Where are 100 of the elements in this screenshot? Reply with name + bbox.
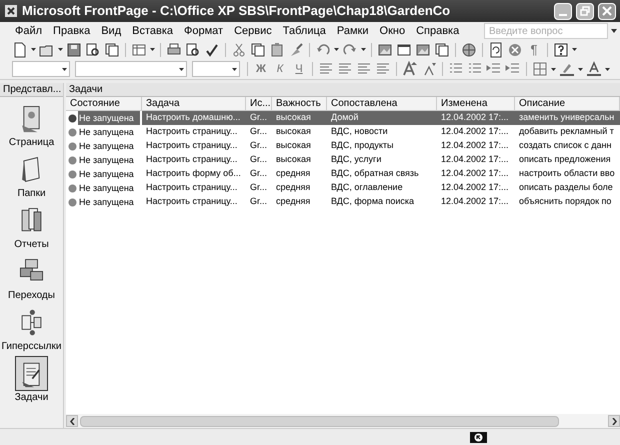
highlight-icon[interactable] <box>559 61 575 77</box>
column-header[interactable]: Сопоставлена <box>327 97 437 111</box>
scroll-left-button[interactable] <box>66 415 78 427</box>
minimize-button[interactable] <box>554 2 572 20</box>
dropdown-icon[interactable] <box>611 29 617 33</box>
bold-button[interactable]: Ж <box>253 60 269 78</box>
menu-item[interactable]: Рамки <box>332 23 374 39</box>
table-cell-text: Настроить страницу... <box>145 181 238 194</box>
menu-item[interactable]: Сервис <box>229 23 277 39</box>
column-header[interactable]: Состояние <box>66 97 142 111</box>
table-cell-text: создать список с данн <box>518 139 612 152</box>
table-cell[interactable]: Не запущена <box>78 125 140 139</box>
pages-icon[interactable] <box>434 42 450 58</box>
print-icon[interactable] <box>166 42 182 58</box>
view-button[interactable]: Папки <box>0 152 62 200</box>
menu-item[interactable]: Таблица <box>278 23 331 39</box>
table-cell: Gr... <box>246 111 272 125</box>
restore-button[interactable] <box>576 2 594 20</box>
table-cell: 12.04.2002 17:... <box>437 111 515 125</box>
paste-icon[interactable] <box>269 42 285 58</box>
table-cell: высокая <box>272 111 327 125</box>
menu-item[interactable]: Вставка <box>127 23 178 39</box>
table-cell-text: 12.04.2002 17:... <box>440 125 510 138</box>
status-dot-icon <box>68 142 77 150</box>
table-cell-text: средняя <box>275 195 312 208</box>
menu-item[interactable]: Вид <box>96 23 126 39</box>
column-header[interactable]: Задача <box>142 97 246 111</box>
table-cell-text: ВДС, обратная связь <box>330 167 420 180</box>
caret-icon[interactable] <box>551 68 556 70</box>
table-cell[interactable]: Не запущена <box>78 111 140 125</box>
table-cell[interactable]: Не запущена <box>78 153 140 167</box>
pilcrow-button[interactable]: ¶ <box>526 42 542 58</box>
view-button[interactable]: Гиперссылки <box>0 305 62 353</box>
window-icon[interactable] <box>396 42 412 58</box>
view-button[interactable]: Переходы <box>0 254 62 302</box>
save-icon[interactable] <box>66 42 82 58</box>
close-button[interactable] <box>598 2 616 20</box>
table-cell[interactable]: Не запущена <box>78 139 140 153</box>
preview-icon[interactable] <box>185 42 201 58</box>
view-button[interactable]: Задачи <box>0 356 62 404</box>
column-header[interactable]: Описание <box>515 97 620 111</box>
column-header[interactable]: Ис... <box>246 97 272 111</box>
menu-item[interactable]: Окно <box>374 23 410 39</box>
spelling-icon[interactable] <box>204 42 220 58</box>
table-cell-text: ВДС, продукты <box>330 139 394 152</box>
undo-icon[interactable] <box>315 42 331 58</box>
table-icon[interactable] <box>131 42 147 58</box>
refresh-icon[interactable] <box>488 42 504 58</box>
dropdown-icon[interactable] <box>179 68 184 70</box>
caret-icon[interactable] <box>572 48 577 51</box>
pages-icon[interactable] <box>104 42 120 58</box>
table-cell-text: Настроить страницу... <box>145 139 238 152</box>
help-icon[interactable] <box>553 42 569 58</box>
caret-icon[interactable] <box>605 68 610 70</box>
picture-icon[interactable] <box>377 42 393 58</box>
font-color-icon[interactable] <box>586 61 602 77</box>
menu-item[interactable]: Файл <box>10 23 48 39</box>
column-header[interactable]: Изменена <box>437 97 515 111</box>
table-cell-text: Gr... <box>249 153 268 166</box>
caret-icon[interactable] <box>578 68 583 70</box>
table-cell-text: 12.04.2002 17:... <box>440 153 510 166</box>
globe-icon[interactable] <box>461 42 477 58</box>
status-dot-icon <box>68 156 77 164</box>
view-button[interactable]: Страница <box>0 101 62 149</box>
cursor-icon <box>470 432 487 442</box>
pages-icon[interactable] <box>250 42 266 58</box>
italic-button[interactable]: К <box>272 60 288 78</box>
scroll-right-button[interactable] <box>608 415 620 427</box>
menu-item[interactable]: Формат <box>179 23 228 39</box>
table-cell-text: Gr... <box>249 139 268 152</box>
table-cell-text: добавить рекламный т <box>518 125 615 138</box>
caret-icon[interactable] <box>334 48 339 51</box>
table-cell-text: описать предложения <box>518 153 612 166</box>
help-search-field[interactable]: Введите вопрос <box>484 23 608 39</box>
dropdown-icon[interactable] <box>232 68 237 70</box>
table-cell-text: высокая <box>275 125 312 138</box>
view-button[interactable]: Отчеты <box>0 203 62 251</box>
table-cell-text: ВДС, форма поиска <box>330 195 416 208</box>
caret-icon[interactable] <box>31 48 36 51</box>
horizontal-scrollbar[interactable] <box>66 414 620 428</box>
format-painter-icon[interactable] <box>288 42 304 58</box>
scrollbar-thumb[interactable] <box>80 416 559 426</box>
cut-icon[interactable] <box>231 42 247 58</box>
picture-icon[interactable] <box>415 42 431 58</box>
menu-item[interactable]: Справка <box>411 23 464 39</box>
borders-icon[interactable] <box>532 61 548 77</box>
table-cell[interactable]: Не запущена <box>78 167 140 181</box>
preview-icon[interactable] <box>85 42 101 58</box>
caret-icon[interactable] <box>58 48 63 51</box>
menu-item[interactable]: Правка <box>48 23 96 39</box>
column-header[interactable]: Важность <box>272 97 327 111</box>
status-dot-icon <box>68 198 77 206</box>
underline-button[interactable]: Ч <box>291 60 307 78</box>
caret-icon[interactable] <box>150 48 155 51</box>
table-cell[interactable]: Не запущена <box>78 195 140 209</box>
increase-font-icon[interactable] <box>402 61 418 77</box>
redo-icon[interactable] <box>342 42 358 58</box>
caret-icon[interactable] <box>361 48 366 51</box>
dropdown-icon[interactable] <box>62 68 67 70</box>
table-cell[interactable]: Не запущена <box>78 181 140 195</box>
